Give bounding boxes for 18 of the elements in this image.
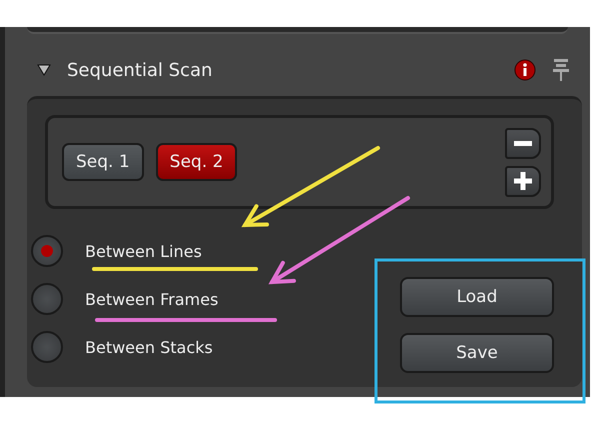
info-icon[interactable] <box>514 59 536 81</box>
collapse-triangle-icon[interactable] <box>37 64 51 76</box>
radio-button[interactable] <box>31 331 63 363</box>
minus-icon <box>514 140 532 146</box>
radio-label: Between Frames <box>85 290 218 308</box>
section-title: Sequential Scan <box>67 60 214 80</box>
remove-button[interactable] <box>505 128 541 158</box>
sequence-tab[interactable]: Seq. 1 <box>62 143 144 181</box>
radio-label: Between Lines <box>85 242 202 260</box>
plus-icon <box>514 172 532 190</box>
save-button[interactable]: Save <box>400 333 554 373</box>
radio-button[interactable] <box>31 283 63 315</box>
radio-label: Between Stacks <box>85 338 213 356</box>
add-button[interactable] <box>505 166 541 196</box>
sequence-tab[interactable]: Seq. 2 <box>156 143 238 181</box>
pin-icon[interactable] <box>552 58 570 82</box>
radio-button[interactable] <box>31 235 63 267</box>
load-button[interactable]: Load <box>400 277 554 317</box>
